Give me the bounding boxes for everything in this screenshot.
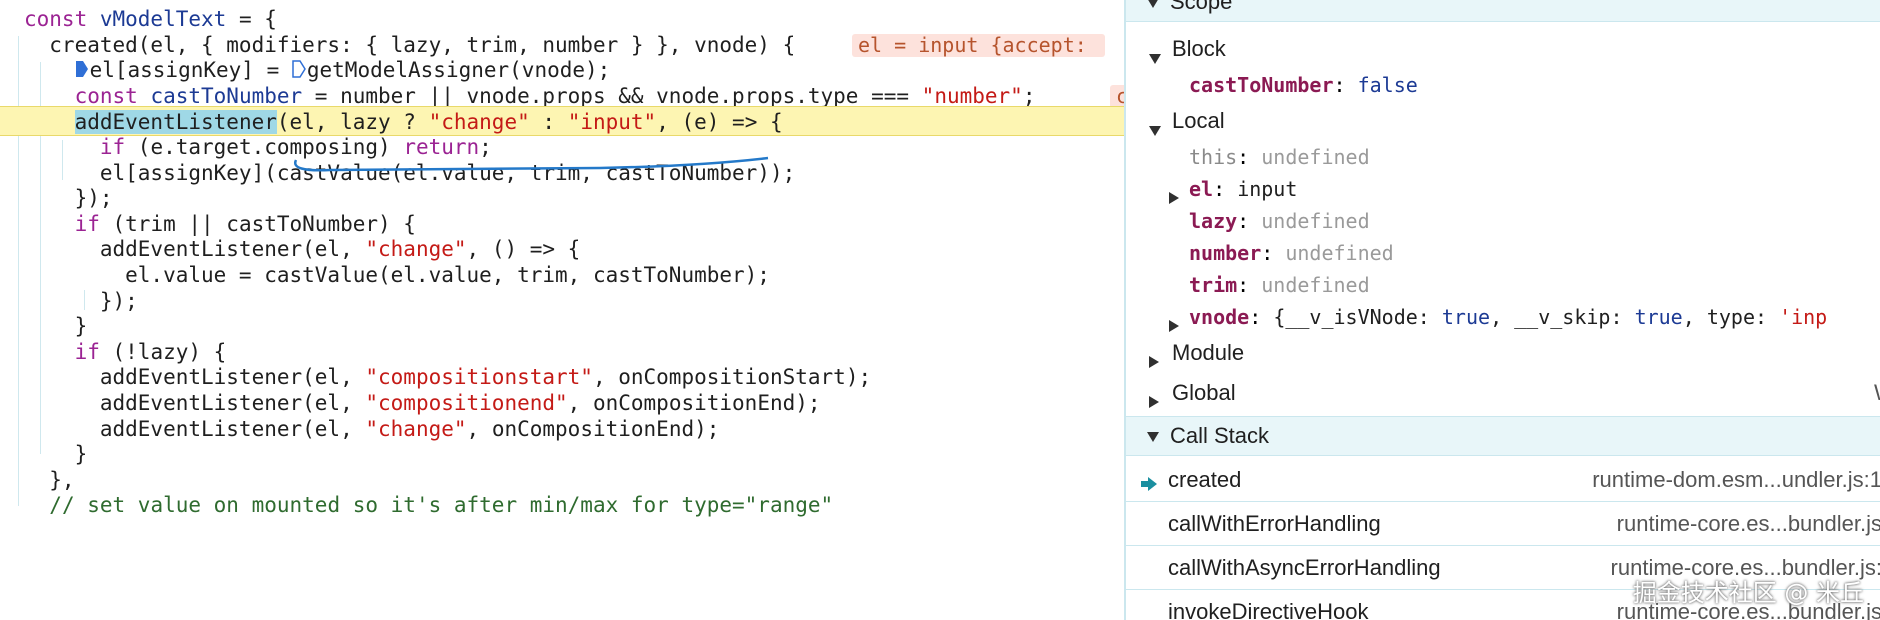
current-frame-arrow-icon [1140,472,1158,498]
variable-name-value: el: input [1189,177,1298,201]
call-stack-frame[interactable]: created runtime-dom.esm...undler.js:1 [1126,458,1880,502]
scope-module[interactable]: Module [1126,338,1880,368]
watermark: 掘金技术社区 @ 米丘 [1632,579,1864,607]
scope-global-label: Global [1172,380,1236,405]
scope-variable-vnode[interactable]: vnode: {__v_isVNode: true, __v_skip: tru… [1126,302,1880,332]
call-stack-header[interactable]: Call Stack [1126,416,1880,456]
scope-variable-lazy[interactable]: lazy: undefined [1126,206,1880,236]
frame-function-name: invokeDirectiveHook [1168,599,1369,620]
collapse-triangle-icon [1148,387,1160,417]
scope-variable-el[interactable]: el: input [1126,174,1880,204]
variable-name-value: vnode: {__v_isVNode: true, __v_skip: tru… [1189,305,1828,329]
scope-section-header[interactable]: Scope [1126,0,1880,22]
frame-function-name: created [1168,467,1242,492]
expand-triangle-icon [1146,0,1160,14]
frame-function-name: callWithAsyncErrorHandling [1168,555,1441,580]
scope-global[interactable]: Global W [1126,378,1880,408]
inline-value-preview: el = input {accept: [852,33,1105,57]
scope-variable-trim[interactable]: trim: undefined [1126,270,1880,300]
scope-block[interactable]: Block [1126,34,1880,64]
scope-module-label: Module [1172,340,1245,365]
call-stack-frame[interactable]: callWithErrorHandling runtime-core.es...b… [1126,502,1880,546]
scope-variable-number[interactable]: number: undefined [1126,238,1880,268]
expand-triangle-icon [1148,115,1162,145]
frame-function-name: callWithErrorHandling [1168,511,1381,536]
code-line[interactable]: // set value on mounted so it's after mi… [0,490,1124,520]
variable-name-value: trim: undefined [1189,273,1370,297]
scope-local-label: Local [1172,108,1225,133]
variable-name-value: lazy: undefined [1189,209,1370,233]
scope-section-header-label: Scope [1170,0,1233,14]
scope-variable-this[interactable]: this: undefined [1126,142,1880,172]
scope-variable-castToNumber[interactable]: castToNumber: false [1126,70,1880,100]
expand-triangle-icon [1146,430,1160,448]
debugger-sidebar: Scope Block castToNumber: false Local this: … [1124,0,1880,620]
scope-local[interactable]: Local [1126,106,1880,136]
scope-block-label: Block [1172,36,1226,61]
variable-name-value: number: undefined [1189,241,1394,265]
code-editor[interactable]: const vModelText = { created(el, { modif… [0,0,1124,620]
collapse-triangle-icon[interactable] [1168,311,1180,341]
frame-location[interactable]: runtime-core.es...bundler.js [1617,502,1880,546]
variable-name-value: this: undefined [1189,145,1370,169]
collapse-triangle-icon [1148,347,1160,377]
code-text: // set value on mounted so it's after mi… [49,493,834,518]
expand-triangle-icon [1148,43,1162,73]
frame-location[interactable]: runtime-dom.esm...undler.js:1 [1592,458,1880,502]
inline-value-preview: c [1110,84,1124,108]
variable-name-value: castToNumber: false [1189,73,1418,97]
call-stack-header-label: Call Stack [1170,423,1270,448]
global-value: W [1874,378,1880,408]
